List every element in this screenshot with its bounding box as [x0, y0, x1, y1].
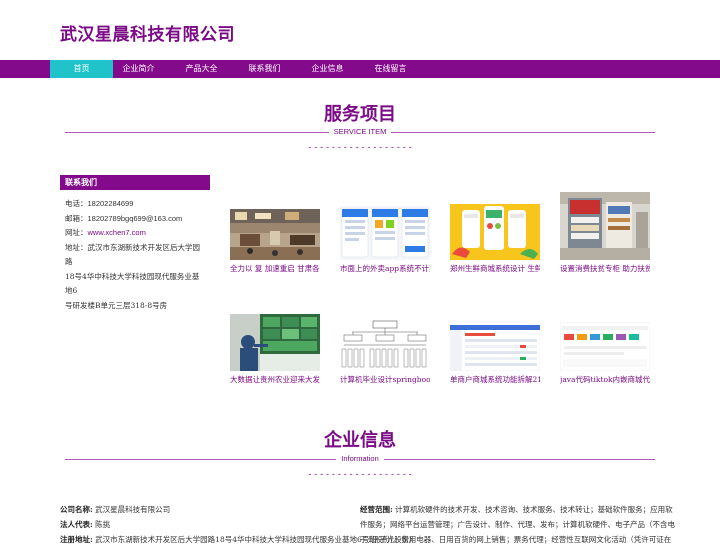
site-header: 武汉星晨科技有限公司: [0, 0, 720, 60]
company-info-right: 经营范围: 计算机软硬件的技术开发、技术咨询、技术服务、技术转让；基础软件服务；…: [360, 502, 675, 547]
business-scope-label: 经营范围:: [360, 505, 393, 514]
contact-addr-row: 地址：武汉市东湖新技术开发区后大学园路: [65, 241, 205, 270]
email-label: 邮箱：: [65, 213, 88, 223]
company-info-title: 企业信息: [324, 430, 396, 451]
services-subtitle: SERVICE ITEM: [0, 127, 720, 136]
site-title[interactable]: 武汉星晨科技有限公司: [60, 20, 235, 45]
company-name-label: 公司名称:: [60, 505, 93, 514]
product-image-agri-bigdata[interactable]: [230, 314, 320, 371]
business-scope-line2: 件服务；网络平台运营管理；广告设计、制作、代理、发布；计算机软硬件、电子产品（不…: [360, 520, 675, 529]
product-image-architecture-diagram[interactable]: [340, 320, 430, 371]
company-info-left: 公司名称: 武汉星晨科技有限公司 法人代表: 陈挑 注册地址: 武汉市东湖新技术…: [60, 502, 412, 547]
product-card[interactable]: 单商户商城系统功能拆解21: [450, 325, 540, 385]
nav-company-intro[interactable]: 企业简介: [107, 60, 170, 78]
phone-value: 18202284699: [87, 199, 134, 208]
web-label: 网址：: [65, 228, 88, 237]
email-value: 18202789bgq699@163.com: [87, 213, 183, 223]
product-caption[interactable]: 单商户商城系统功能拆解21: [450, 374, 540, 385]
contact-web-row: 网址：www.xchen7.com: [65, 226, 205, 241]
services-title: 服务项目: [324, 104, 396, 125]
company-info-subtitle: Information: [0, 454, 720, 463]
addr-label: 地址：: [65, 242, 88, 252]
company-name-row: 公司名称: 武汉星晨科技有限公司: [60, 502, 350, 517]
product-caption[interactable]: 市面上的外卖app系统不计其: [340, 263, 430, 274]
product-card[interactable]: 郑州生鲜商城系统设计 生鲜: [450, 204, 540, 274]
product-caption[interactable]: 郑州生鲜商城系统设计 生鲜: [450, 263, 540, 274]
product-card[interactable]: 计算机毕业设计springboot天: [340, 320, 430, 385]
contact-phone-row: 电话：18202284699: [65, 197, 205, 212]
main-nav: 首页 企业简介 产品大全 联系我们 企业信息 在线留言: [0, 60, 720, 78]
legal-rep-row: 法人代表: 陈挑: [60, 517, 350, 532]
phone-label: 电话：: [65, 199, 88, 208]
product-image-app-screens[interactable]: [340, 206, 430, 260]
product-card[interactable]: java代码tiktok内嵌商城代码: [560, 322, 650, 385]
contact-header: 联系我们: [60, 175, 210, 190]
product-image-poverty-counter[interactable]: [560, 192, 650, 260]
product-caption[interactable]: 大数据让贵州农业迎来大发: [230, 374, 320, 385]
legal-rep-value: 陈挑: [95, 520, 111, 529]
business-scope-row: 经营范围: 计算机软硬件的技术开发、技术咨询、技术服务、技术转让；基础软件服务；…: [360, 502, 673, 517]
contact-email-row: 邮箱：18202789bgq699@163.com: [65, 212, 205, 227]
contact-box: 联系我们 电话：18202284699 邮箱：18202789bgq699@16…: [60, 175, 210, 313]
addr-line2: 18号4华中科技大学科技园现代服务业基地6: [65, 271, 200, 296]
product-caption[interactable]: java代码tiktok内嵌商城代码: [560, 374, 650, 385]
product-image-fresh-mall[interactable]: [450, 204, 540, 260]
addr-line3: 号研发楼B单元三层318-8号房: [65, 300, 168, 310]
product-caption[interactable]: 全力以 复 加速重启 甘肃各地: [230, 263, 320, 274]
product-image-tiktok-mall[interactable]: [560, 322, 650, 371]
nav-company-info[interactable]: 企业信息: [296, 60, 359, 78]
company-name-value: 武汉星晨科技有限公司: [95, 505, 171, 514]
nav-home[interactable]: 首页: [50, 60, 113, 78]
contact-body: 电话：18202284699 邮箱：18202789bgq699@163.com…: [60, 190, 210, 313]
services-dashes: - - - - - - - - - - - - - - - - - -: [308, 143, 412, 153]
legal-rep-label: 法人代表:: [60, 520, 93, 529]
product-caption[interactable]: 设置消费扶贫专柜 助力扶贫: [560, 263, 650, 274]
product-card[interactable]: 市面上的外卖app系统不计其: [340, 206, 430, 274]
web-link[interactable]: www.xchen7.com: [88, 228, 146, 237]
business-scope-line1: 计算机软硬件的技术开发、技术咨询、技术服务、技术转让；基础软件服务；应用软: [395, 505, 673, 514]
product-image-mall[interactable]: [230, 209, 320, 260]
nav-message[interactable]: 在线留言: [359, 60, 422, 78]
company-info-dashes: - - - - - - - - - - - - - - - - - -: [308, 470, 412, 480]
nav-products[interactable]: 产品大全: [170, 60, 233, 78]
product-card[interactable]: 全力以 复 加速重启 甘肃各地: [230, 209, 320, 274]
product-caption[interactable]: 计算机毕业设计springboot天: [340, 374, 430, 385]
product-card[interactable]: 设置消费扶贫专柜 助力扶贫: [560, 192, 650, 274]
product-image-admin-table[interactable]: [450, 325, 540, 371]
nav-contact[interactable]: 联系我们: [233, 60, 296, 78]
product-card[interactable]: 大数据让贵州农业迎来大发: [230, 314, 320, 385]
